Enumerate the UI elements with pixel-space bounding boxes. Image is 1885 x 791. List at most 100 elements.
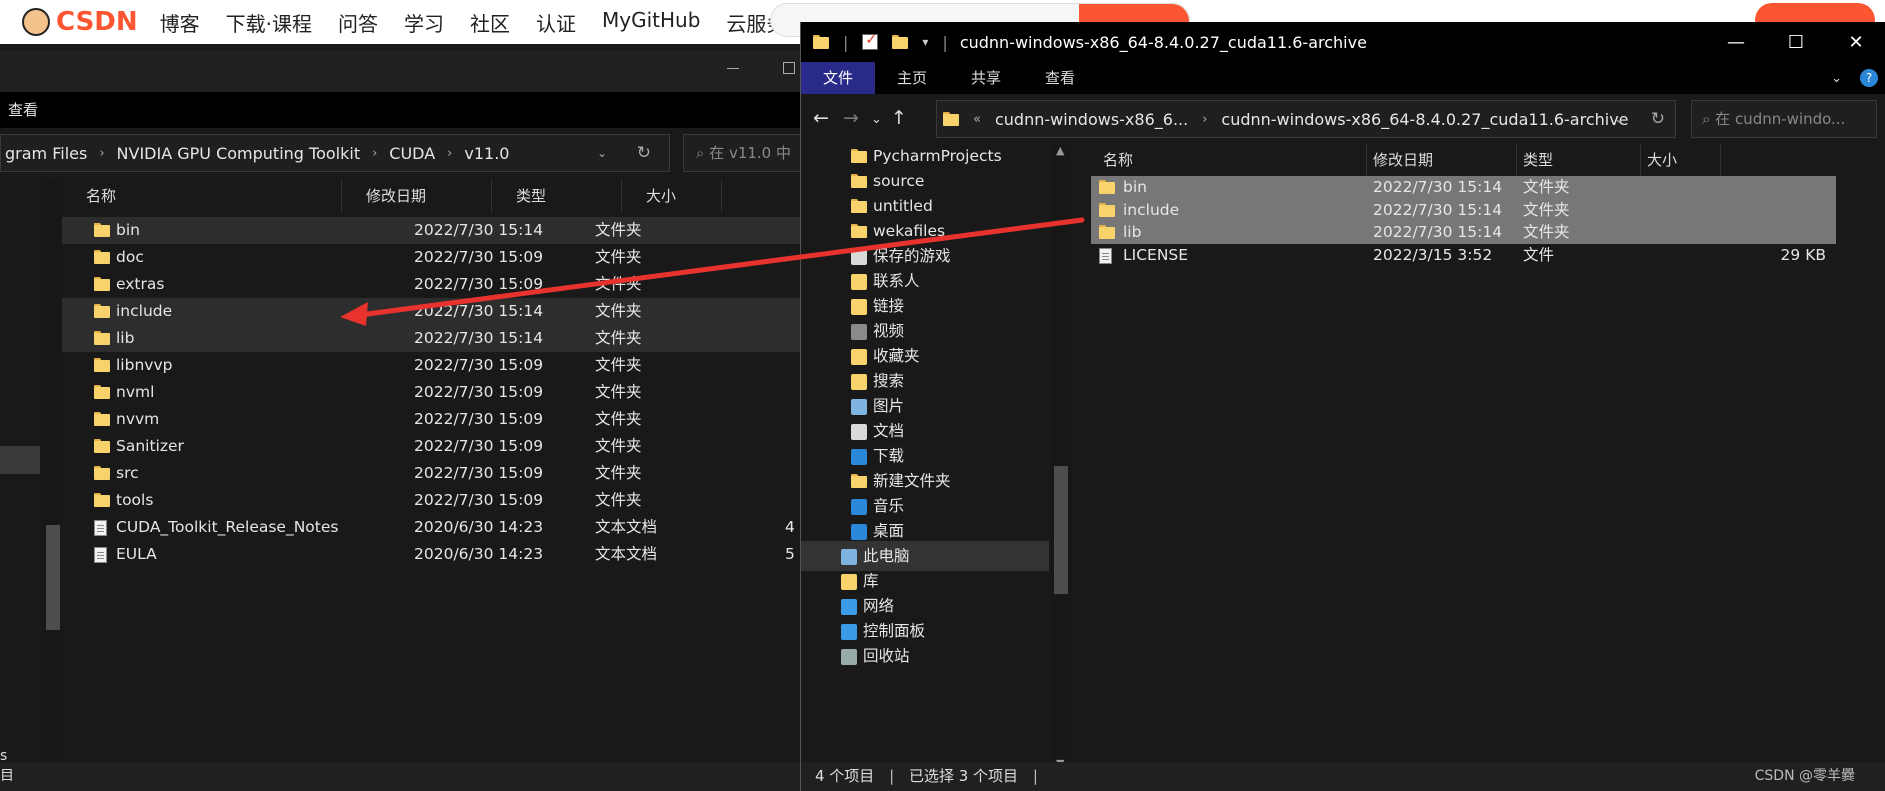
recent-locations-icon[interactable]: ⌄ [871, 112, 882, 127]
tab-view[interactable]: 查看 [1023, 62, 1097, 94]
up-arrow-icon[interactable]: ↑ [891, 107, 907, 129]
breadcrumb-segment[interactable]: v11.0 [464, 144, 509, 163]
table-row[interactable]: CUDA_Toolkit_Release_Notes 2020/6/30 14:2… [62, 514, 800, 541]
customize-toolbar-icon[interactable]: ▾ [922, 35, 928, 49]
chevron-right-icon[interactable]: › [1202, 112, 1207, 127]
file-size: 4 [785, 518, 795, 536]
tab-file[interactable]: 文件 [801, 62, 876, 94]
control-panel-icon [841, 624, 857, 640]
csdn-nav-item[interactable]: 学习 [404, 8, 444, 37]
csdn-nav-item[interactable]: 下载·课程 [226, 8, 312, 37]
column-header[interactable]: 名称 [1097, 144, 1367, 176]
csdn-nav-item[interactable]: MyGitHub [602, 8, 700, 37]
breadcrumb-segment[interactable]: gram Files [5, 144, 87, 163]
left-maximize-icon[interactable] [783, 62, 795, 74]
table-row[interactable]: include 2022/7/30 15:14 文件夹 [62, 298, 800, 325]
table-row[interactable]: bin 2022/7/30 15:14 文件夹 [1091, 176, 1836, 199]
breadcrumb-segment[interactable]: cudnn-windows-x86_64-8.4.0.27_cuda11.6-a… [1221, 110, 1628, 129]
breadcrumb-overflow[interactable]: « [973, 112, 981, 127]
breadcrumb-segment[interactable]: cudnn-windows-x86_6... [995, 110, 1188, 129]
maximize-icon[interactable]: ☐ [1766, 22, 1826, 62]
file-type: 文件夹 [595, 302, 642, 320]
column-header[interactable]: 修改日期 [342, 180, 492, 212]
table-row[interactable]: extras 2022/7/30 15:09 文件夹 [62, 271, 800, 298]
right-nav-pane: PycharmProjects source untitled wekafiles 保存… [801, 144, 1071, 772]
table-row[interactable]: src 2022/7/30 15:09 文件夹 [62, 460, 800, 487]
file-name: LICENSE [1123, 245, 1189, 264]
csdn-nav-item[interactable]: 认证 [536, 8, 576, 37]
table-row[interactable]: nvml 2022/7/30 15:09 文件夹 [62, 379, 800, 406]
left-nav-scroll-thumb[interactable] [46, 525, 60, 630]
left-ribbon-view-tab[interactable]: 查看 [8, 101, 38, 119]
file-name: lib [1123, 223, 1142, 241]
file-icon [1099, 247, 1112, 264]
csdn-nav-item[interactable]: 问答 [338, 8, 378, 37]
left-search-input[interactable]: ⌕ 在 v11.0 中 [683, 134, 803, 172]
file-type: 文件夹 [1523, 200, 1570, 219]
folder-icon [94, 304, 110, 318]
left-nav-selected-item[interactable] [0, 446, 40, 474]
help-icon[interactable]: ? [1860, 69, 1878, 87]
column-header[interactable]: 类型 [1517, 144, 1641, 176]
chevron-right-icon[interactable]: › [372, 146, 377, 161]
new-folder-icon[interactable] [892, 35, 909, 49]
right-ribbon: 文件 主页 共享 查看 ⌄ ? [801, 62, 1885, 94]
file-type: 文件夹 [595, 221, 642, 239]
refresh-icon[interactable]: ↻ [637, 143, 651, 163]
table-row[interactable]: libnvvp 2022/7/30 15:09 文件夹 [62, 352, 800, 379]
file-name: lib [116, 329, 135, 347]
table-row[interactable]: nvvm 2022/7/30 15:09 文件夹 [62, 406, 800, 433]
table-row[interactable]: LICENSE 2022/3/15 3:52 文件 29 KB [1091, 244, 1836, 267]
table-row[interactable]: bin 2022/7/30 15:14 文件夹 [62, 217, 800, 244]
table-row[interactable]: lib 2022/7/30 15:14 文件夹 [1091, 221, 1836, 244]
table-row[interactable]: lib 2022/7/30 15:14 文件夹 [62, 325, 800, 352]
right-search-input[interactable]: ⌕ 在 cudnn-windo... [1691, 100, 1877, 138]
right-nav-scroll-thumb[interactable] [1054, 466, 1068, 594]
back-arrow-icon[interactable]: ← [813, 107, 829, 129]
column-header[interactable]: 名称 [62, 180, 342, 212]
column-header[interactable]: 类型 [492, 180, 622, 212]
left-explorer-window: 查看 gram Files › NVIDIA GPU Computing Toolk… [0, 50, 803, 791]
forward-arrow-icon[interactable]: → [843, 107, 859, 129]
properties-check-icon[interactable] [862, 32, 879, 50]
csdn-nav-item[interactable]: 博客 [160, 8, 200, 37]
chevron-down-icon[interactable]: ⌄ [1614, 112, 1625, 127]
right-address-bar[interactable]: « cudnn-windows-x86_6... › cudnn-windows-x… [936, 100, 1676, 138]
table-row[interactable]: EULA 2020/6/30 14:23 文本文档 5 [62, 541, 800, 568]
column-header[interactable]: 大小 [622, 180, 722, 212]
chevron-down-icon[interactable]: ⌄ [597, 146, 607, 160]
chevron-right-icon[interactable]: › [99, 146, 104, 161]
minimize-icon[interactable]: — [1706, 22, 1766, 62]
scroll-up-icon[interactable]: ▲ [1056, 144, 1064, 157]
left-minimize-icon[interactable] [727, 68, 739, 69]
right-titlebar: | ▾ | cudnn-windows-x86_64-8.4.0.27_cuda… [801, 22, 1885, 62]
nav-item[interactable]: 回收站 [801, 641, 1049, 671]
table-row[interactable]: tools 2022/7/30 15:09 文件夹 [62, 487, 800, 514]
refresh-icon[interactable]: ↻ [1651, 109, 1665, 129]
folder-icon [813, 35, 829, 49]
breadcrumb-segment[interactable]: NVIDIA GPU Computing Toolkit [117, 144, 361, 163]
right-nav-scrollbar[interactable]: ▲ ▼ [1051, 144, 1071, 772]
csdn-nav-item[interactable]: 社区 [470, 8, 510, 37]
file-date: 2022/7/30 15:09 [414, 491, 544, 509]
tab-share[interactable]: 共享 [949, 62, 1023, 94]
left-address-bar[interactable]: gram Files › NVIDIA GPU Computing Toolkit ›… [0, 134, 670, 172]
left-nav-scrollbar[interactable] [42, 180, 62, 760]
column-header[interactable]: 大小 [1641, 144, 1721, 176]
left-address-area: gram Files › NVIDIA GPU Computing Toolkit ›… [0, 128, 803, 180]
table-row[interactable]: Sanitizer 2022/7/30 15:09 文件夹 [62, 433, 800, 460]
column-header[interactable]: 修改日期 [1367, 144, 1517, 176]
file-name: include [116, 302, 173, 320]
table-row[interactable]: include 2022/7/30 15:14 文件夹 [1091, 198, 1836, 221]
breadcrumb-segment[interactable]: CUDA [389, 144, 435, 163]
ribbon-expand-icon[interactable]: ⌄ [1831, 71, 1842, 86]
chevron-right-icon[interactable]: › [447, 146, 452, 161]
csdn-logo[interactable]: CSDN [22, 7, 138, 37]
file-name: tools [116, 491, 154, 509]
left-nav-pane [0, 180, 62, 760]
tab-home[interactable]: 主页 [875, 62, 949, 94]
file-date: 2022/7/30 15:14 [1373, 223, 1503, 241]
close-icon[interactable]: ✕ [1826, 22, 1885, 62]
file-name: CUDA_Toolkit_Release_Notes [116, 518, 339, 536]
table-row[interactable]: doc 2022/7/30 15:09 文件夹 [62, 244, 800, 271]
